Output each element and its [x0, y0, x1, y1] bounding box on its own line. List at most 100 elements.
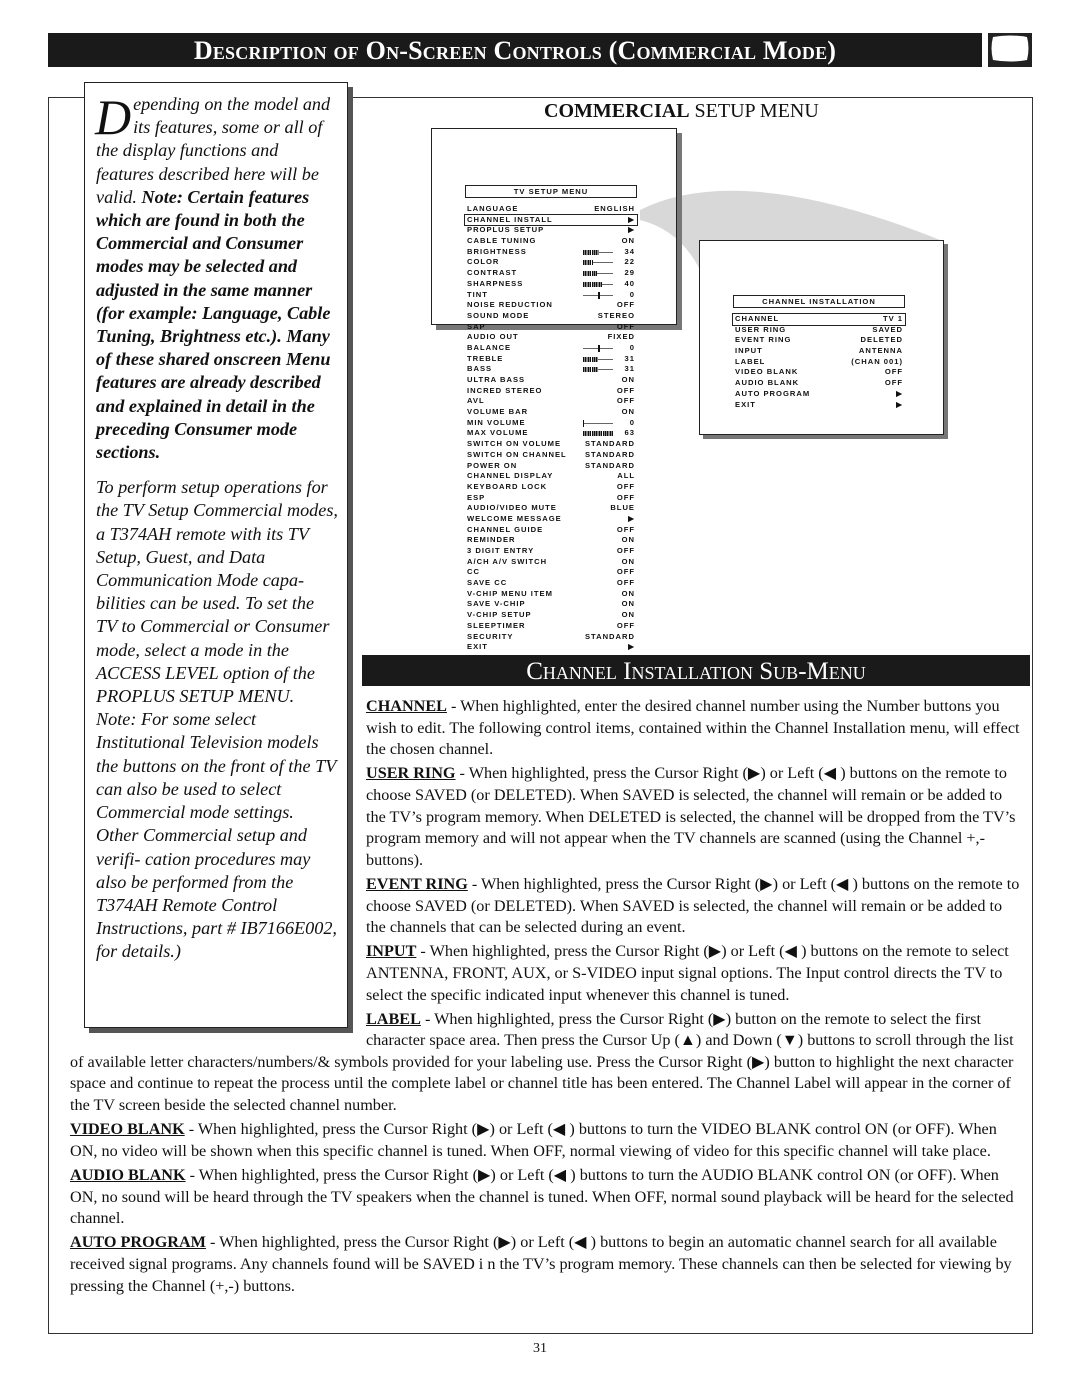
menu-item[interactable]: CHANNEL INSTALL ▶: [464, 213, 638, 227]
menu-item-value: OFF: [616, 567, 635, 577]
menu-item[interactable]: BRIGHTNESS 34: [465, 247, 637, 258]
menu-item-value: ▶: [896, 388, 903, 398]
menu-item[interactable]: V-CHIP SETUP ON: [465, 610, 637, 621]
menu-item[interactable]: USER RING SAVED: [733, 325, 905, 336]
menu-item[interactable]: SECURITY STANDARD: [465, 632, 637, 643]
slider-bar: [583, 271, 613, 277]
menu-item[interactable]: SWITCH ON CHANNEL STANDARD: [465, 450, 637, 461]
menu-item[interactable]: WELCOME MESSAGE ▶: [465, 514, 637, 525]
menu-item[interactable]: SWITCH ON VOLUME STANDARD: [465, 439, 637, 450]
menu-item-label: CHANNEL GUIDE: [467, 524, 544, 534]
menu-item[interactable]: CHANNEL GUIDE OFF: [465, 525, 637, 536]
menu-item-label: AUDIO BLANK: [735, 378, 800, 388]
menu-item-value: 0: [629, 417, 635, 427]
menu-item[interactable]: PROPLUS SETUP ▶: [465, 225, 637, 236]
menu-item-value: FIXED: [607, 332, 635, 342]
menu-item[interactable]: KEYBOARD LOCK OFF: [465, 482, 637, 493]
menu-item-value: OFF: [616, 524, 635, 534]
menu-item-value: 29: [624, 268, 635, 278]
slider-fill: [583, 281, 603, 287]
menu-item-value: 63: [624, 428, 635, 438]
menu-item[interactable]: NOISE REDUCTION OFF: [465, 300, 637, 311]
menu-item[interactable]: SOUND MODE STEREO: [465, 311, 637, 322]
menu-item[interactable]: CC OFF: [465, 567, 637, 578]
slider-fill: [583, 356, 598, 362]
slider-fill: [583, 271, 597, 277]
menu-item[interactable]: BASS 31: [465, 364, 637, 375]
menu-item[interactable]: 3 DIGIT ENTRY OFF: [465, 546, 637, 557]
menu-item[interactable]: TINT 0: [465, 290, 637, 301]
menu-item[interactable]: SHARPNESS 40: [465, 279, 637, 290]
menu-item[interactable]: MAX VOLUME 63: [465, 428, 637, 439]
menu-item-label: EXIT: [467, 642, 488, 652]
term-description: - When highlighted, press the Cursor Rig…: [70, 1120, 997, 1160]
menu-item[interactable]: SAVE CC OFF: [465, 578, 637, 589]
term-description: - When highlighted, press the Cursor Rig…: [70, 1166, 1014, 1228]
menu-item[interactable]: SAVE V-CHIP ON: [465, 599, 637, 610]
menu-item-label: V-CHIP MENU ITEM: [467, 588, 553, 598]
menu-item[interactable]: AUDIO BLANK OFF: [733, 378, 905, 389]
slider-bar: [583, 260, 613, 266]
menu-item[interactable]: SLEEPTIMER OFF: [465, 621, 637, 632]
menu-item[interactable]: TREBLE 31: [465, 354, 637, 365]
menu-item-value: STEREO: [597, 310, 635, 320]
menu-item[interactable]: LABEL (CHAN 001): [733, 357, 905, 368]
menu-item[interactable]: REMINDER ON: [465, 535, 637, 546]
menu-item-value: BLUE: [610, 503, 635, 513]
menu-item-label: SECURITY: [467, 631, 514, 641]
menu-item[interactable]: A/CH A/V SWITCH ON: [465, 557, 637, 568]
menu-item-value: ON: [621, 556, 635, 566]
menu-item-label: ESP: [467, 492, 486, 502]
menu-item-label: 3 DIGIT ENTRY: [467, 546, 535, 555]
menu-item[interactable]: AUDIO OUT FIXED: [465, 332, 637, 343]
description-video-blank: VIDEO BLANK - When highlighted, press th…: [70, 1119, 1022, 1162]
menu-item[interactable]: MIN VOLUME 0: [465, 418, 637, 429]
menu-item-label: AUDIO OUT: [467, 332, 519, 342]
menu-item-label: AUDIO/VIDEO MUTE: [467, 503, 557, 513]
menu-item[interactable]: CONTRAST 29: [465, 268, 637, 279]
menu-item[interactable]: ULTRA BASS ON: [465, 375, 637, 386]
menu-item[interactable]: INCRED STEREO OFF: [465, 386, 637, 397]
menu-item-value: 34: [624, 246, 635, 256]
menu-item[interactable]: V-CHIP MENU ITEM ON: [465, 589, 637, 600]
menu-item[interactable]: POWER ON STANDARD: [465, 461, 637, 472]
menu-item-label: VIDEO BLANK: [735, 367, 799, 377]
menu-title: TV SETUP MENU: [465, 185, 637, 198]
menu-item[interactable]: SAP OFF: [465, 322, 637, 333]
menu-item[interactable]: LANGUAGE ENGLISH: [465, 204, 637, 215]
menu-title: CHANNEL INSTALLATION: [733, 295, 905, 308]
menu-item[interactable]: INPUT ANTENNA: [733, 346, 905, 357]
menu-item[interactable]: CHANNEL TV 1: [732, 313, 906, 326]
menu-item-value: OFF: [616, 385, 635, 395]
menu-item[interactable]: CHANNEL DISPLAY ALL: [465, 471, 637, 482]
menu-item-label: PROPLUS SETUP: [467, 225, 545, 235]
menu-item[interactable]: COLOR 22: [465, 257, 637, 268]
menu-item[interactable]: EVENT RING DELETED: [733, 335, 905, 346]
menu-item[interactable]: CABLE TUNING ON: [465, 236, 637, 247]
menu-item[interactable]: EXIT ▶: [465, 642, 637, 653]
slider-marker: [598, 291, 600, 299]
menu-item-value: 0: [629, 342, 635, 352]
menu-item-value: TV 1: [882, 314, 903, 323]
menu-item[interactable]: AUTO PROGRAM ▶: [733, 389, 905, 400]
term-description: - When highlighted, press the Cursor Rig…: [366, 942, 1009, 1004]
menu-item-label: EXIT: [735, 399, 756, 409]
menu-item[interactable]: ESP OFF: [465, 493, 637, 504]
menu-item[interactable]: VIDEO BLANK OFF: [733, 367, 905, 378]
menu-item-value: 22: [624, 257, 635, 267]
menu-item[interactable]: EXIT ▶: [733, 400, 905, 411]
menu-item-value: (CHAN 001): [851, 356, 903, 366]
menu-item-label: NOISE REDUCTION: [467, 300, 553, 310]
section-title-bold: COMMERCIAL: [544, 100, 690, 122]
menu-item-label: A/CH A/V SWITCH: [467, 556, 548, 566]
menu-item-label: SWITCH ON CHANNEL: [467, 449, 567, 459]
menu-item[interactable]: AUDIO/VIDEO MUTE BLUE: [465, 503, 637, 514]
menu-item-label: CHANNEL DISPLAY: [467, 471, 554, 481]
menu-item-value: ON: [621, 407, 635, 417]
slider-bar: [583, 419, 613, 427]
menu-item-label: COLOR: [467, 257, 500, 267]
menu-item[interactable]: BALANCE 0: [465, 343, 637, 354]
menu-item[interactable]: VOLUME BAR ON: [465, 407, 637, 418]
menu-item[interactable]: AVL OFF: [465, 396, 637, 407]
slider-fill: [583, 249, 600, 255]
